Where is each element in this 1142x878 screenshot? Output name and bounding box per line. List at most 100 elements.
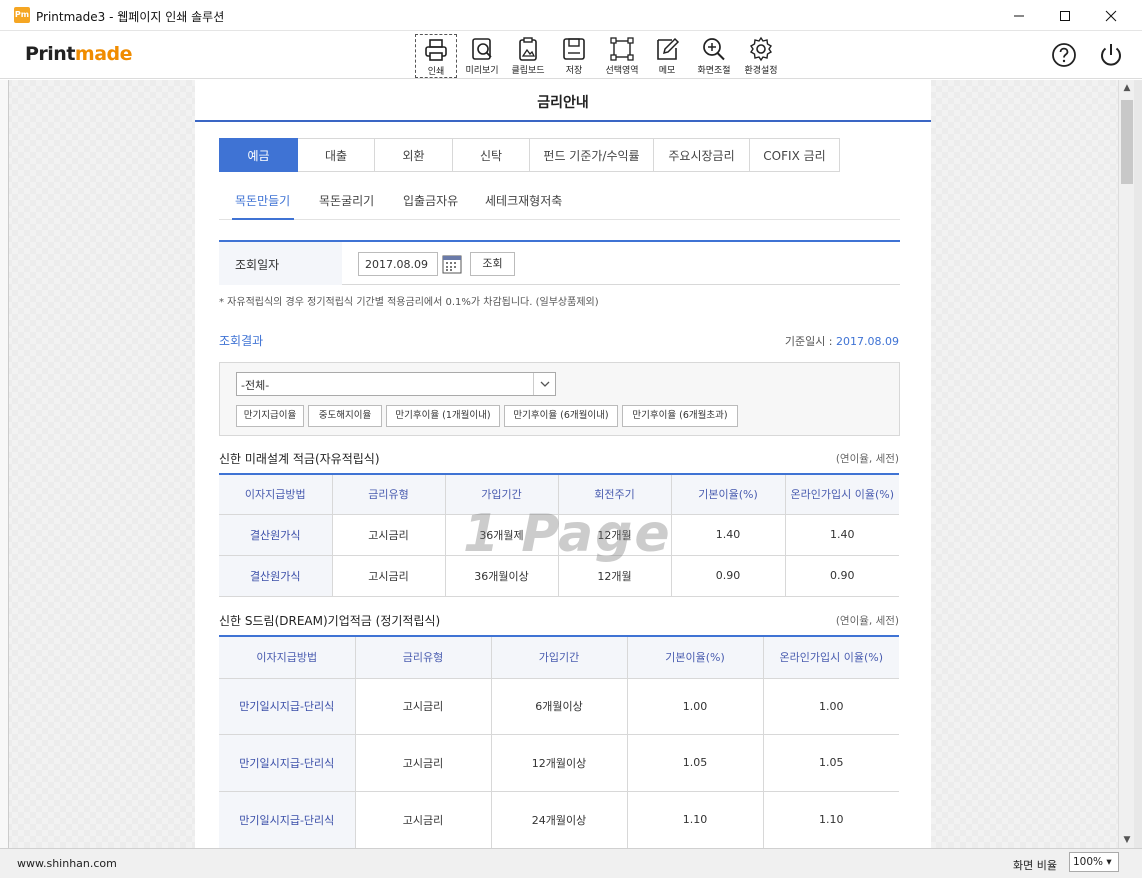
preview-icon (472, 38, 492, 60)
column-header: 금리유형 (331, 474, 445, 515)
title-bar: Pm Printmade3 - 웹페이지 인쇄 솔루션 (0, 0, 1142, 31)
table-cell: 12개월이상 (490, 734, 627, 792)
scrollbar-thumb[interactable] (1121, 100, 1133, 184)
base-date: 기준일시 : 2017.08.09 (784, 335, 899, 348)
zoom-icon (703, 38, 725, 61)
calendar-icon[interactable] (442, 253, 462, 275)
save-button[interactable]: 저장 (556, 34, 592, 78)
active-subtab-underline (232, 218, 294, 220)
filter-maturity-rate[interactable]: 만기지급이율 (236, 405, 304, 427)
power-icon (1101, 44, 1121, 66)
section2-title: 신한 S드림(DREAM)기업적금 (정기적립식) (219, 614, 441, 628)
tab-cofix[interactable]: COFIX 금리 (750, 138, 840, 172)
app-icon: Pm (14, 7, 30, 23)
vertical-scrollbar[interactable]: ▲ ▼ (1118, 80, 1134, 848)
title-divider (195, 120, 931, 122)
zoom-select[interactable]: 100% ▾ (1069, 852, 1119, 872)
table-cell: 만기일시지급-단리식 (219, 678, 355, 735)
table-cell: 고시금리 (331, 555, 445, 597)
clipboard-icon (519, 37, 537, 61)
memo-button[interactable]: 메모 (650, 34, 684, 78)
window-title: Printmade3 - 웹페이지 인쇄 솔루션 (36, 10, 225, 24)
table-cell: 6개월이상 (490, 678, 627, 735)
column-header: 금리유형 (354, 636, 491, 679)
scroll-up-icon[interactable]: ▲ (1119, 80, 1135, 96)
table-cell: 1.00 (762, 678, 899, 735)
toolbar: Printmade 인쇄 미리보기 클립보드 저장 선택영역 메모 화면조절 환… (0, 31, 1142, 79)
subtab-savings-grow[interactable]: 목돈굴리기 (319, 192, 374, 209)
status-url: www.shinhan.com (17, 857, 117, 870)
tab-market-rates[interactable]: 주요시장금리 (654, 138, 750, 172)
query-button[interactable]: 조회 (470, 252, 515, 276)
help-button[interactable] (1050, 41, 1078, 69)
filter-early-termination[interactable]: 중도해지이율 (308, 405, 382, 427)
tab-forex[interactable]: 외환 (375, 138, 453, 172)
maximize-button[interactable] (1042, 0, 1088, 31)
subtab-free-deposit[interactable]: 입출금자유 (403, 192, 458, 209)
filter-post-maturity-1m[interactable]: 만기후이율 (1개월이내) (386, 405, 500, 427)
table-header-row: 이자지급방법 금리유형 가입기간 기본이율(%) 온라인가입시 이율(%) (219, 636, 899, 679)
close-button[interactable] (1088, 0, 1134, 31)
section2-rate-table: 이자지급방법 금리유형 가입기간 기본이율(%) 온라인가입시 이율(%) 만기… (219, 635, 899, 848)
date-input[interactable]: 2017.08.09 (358, 252, 438, 276)
product-filter-select[interactable]: -전체- (236, 372, 556, 396)
zoom-adjust-button[interactable]: 화면조절 (694, 34, 734, 78)
table-cell: 1.00 (626, 678, 763, 735)
table-cell: 결산원가식 (219, 514, 332, 556)
subtab-savings-build[interactable]: 목돈만들기 (235, 192, 290, 209)
close-icon (1105, 10, 1117, 21)
table-cell: 만기일시지급-단리식 (219, 791, 355, 848)
help-icon (1052, 43, 1076, 67)
tab-fund[interactable]: 펀드 기준가/수익률 (530, 138, 654, 172)
scroll-down-icon[interactable]: ▼ (1119, 832, 1135, 848)
status-bar: www.shinhan.com 화면 비율 100% ▾ (0, 848, 1142, 878)
rate-note: * 자유적립식의 경우 정기적립식 기간별 적용금리에서 0.1%가 차감됩니다… (219, 297, 599, 308)
settings-icon (750, 36, 772, 62)
table-cell: 1.10 (626, 791, 763, 848)
table-cell: 고시금리 (354, 734, 491, 792)
settings-button[interactable]: 환경설정 (740, 34, 782, 78)
print-preview-viewer: 금리안내 예금 대출 외환 신탁 펀드 기준가/수익률 주요시장금리 COFIX… (0, 80, 1142, 848)
table-cell: 1.40 (784, 514, 899, 556)
chevron-down-icon (533, 373, 555, 395)
minimize-button[interactable] (996, 0, 1042, 31)
memo-icon (657, 37, 680, 60)
filter-post-maturity-over-6m[interactable]: 만기후이율 (6개월초과) (622, 405, 738, 427)
table-cell: 1.05 (626, 734, 763, 792)
print-button[interactable]: 인쇄 (415, 34, 457, 78)
selection-icon (610, 37, 634, 61)
column-header: 이자지급방법 (219, 636, 355, 679)
select-area-button[interactable]: 선택영역 (600, 34, 644, 78)
printer-icon (425, 39, 447, 61)
preview-button[interactable]: 미리보기 (461, 34, 503, 78)
clipboard-button[interactable]: 클립보드 (507, 34, 549, 78)
filter-post-maturity-6m[interactable]: 만기후이율 (6개월이내) (504, 405, 618, 427)
column-header: 가입기간 (490, 636, 627, 679)
table-cell: 0.90 (784, 555, 899, 597)
table-cell: 결산원가식 (219, 555, 332, 597)
power-button[interactable] (1097, 41, 1125, 69)
tab-trust[interactable]: 신탁 (453, 138, 530, 172)
subtab-tax-saving[interactable]: 세테크재형저축 (485, 192, 562, 209)
tab-loan[interactable]: 대출 (298, 138, 375, 172)
table-row: 만기일시지급-단리식 고시금리 24개월이상 1.10 1.10 (219, 791, 899, 848)
page-title: 금리안내 (537, 95, 589, 111)
maximize-icon (1060, 10, 1070, 21)
tab-deposit[interactable]: 예금 (219, 138, 298, 172)
page-watermark: 1 Page (463, 504, 672, 564)
table-cell: 1.05 (762, 734, 899, 792)
minimize-icon (1014, 15, 1024, 16)
result-title: 조회결과 (219, 334, 264, 348)
preview-page: 금리안내 예금 대출 외환 신탁 펀드 기준가/수익률 주요시장금리 COFIX… (195, 80, 931, 848)
right-edge (1134, 80, 1142, 848)
subtabs: 목돈만들기 목돈굴리기 입출금자유 세테크재형저축 (219, 184, 900, 220)
table-cell: 만기일시지급-단리식 (219, 734, 355, 792)
column-header: 온라인가입시 이율(%) (762, 636, 899, 679)
search-form: 조회일자 2017.08.09 조회 (219, 240, 900, 285)
table-cell: 1.10 (762, 791, 899, 848)
left-edge (0, 80, 9, 848)
table-cell: 고시금리 (354, 791, 491, 848)
column-header: 기본이율(%) (670, 474, 785, 515)
printmade-logo: Printmade (25, 43, 133, 65)
table-cell: 0.90 (670, 555, 785, 597)
